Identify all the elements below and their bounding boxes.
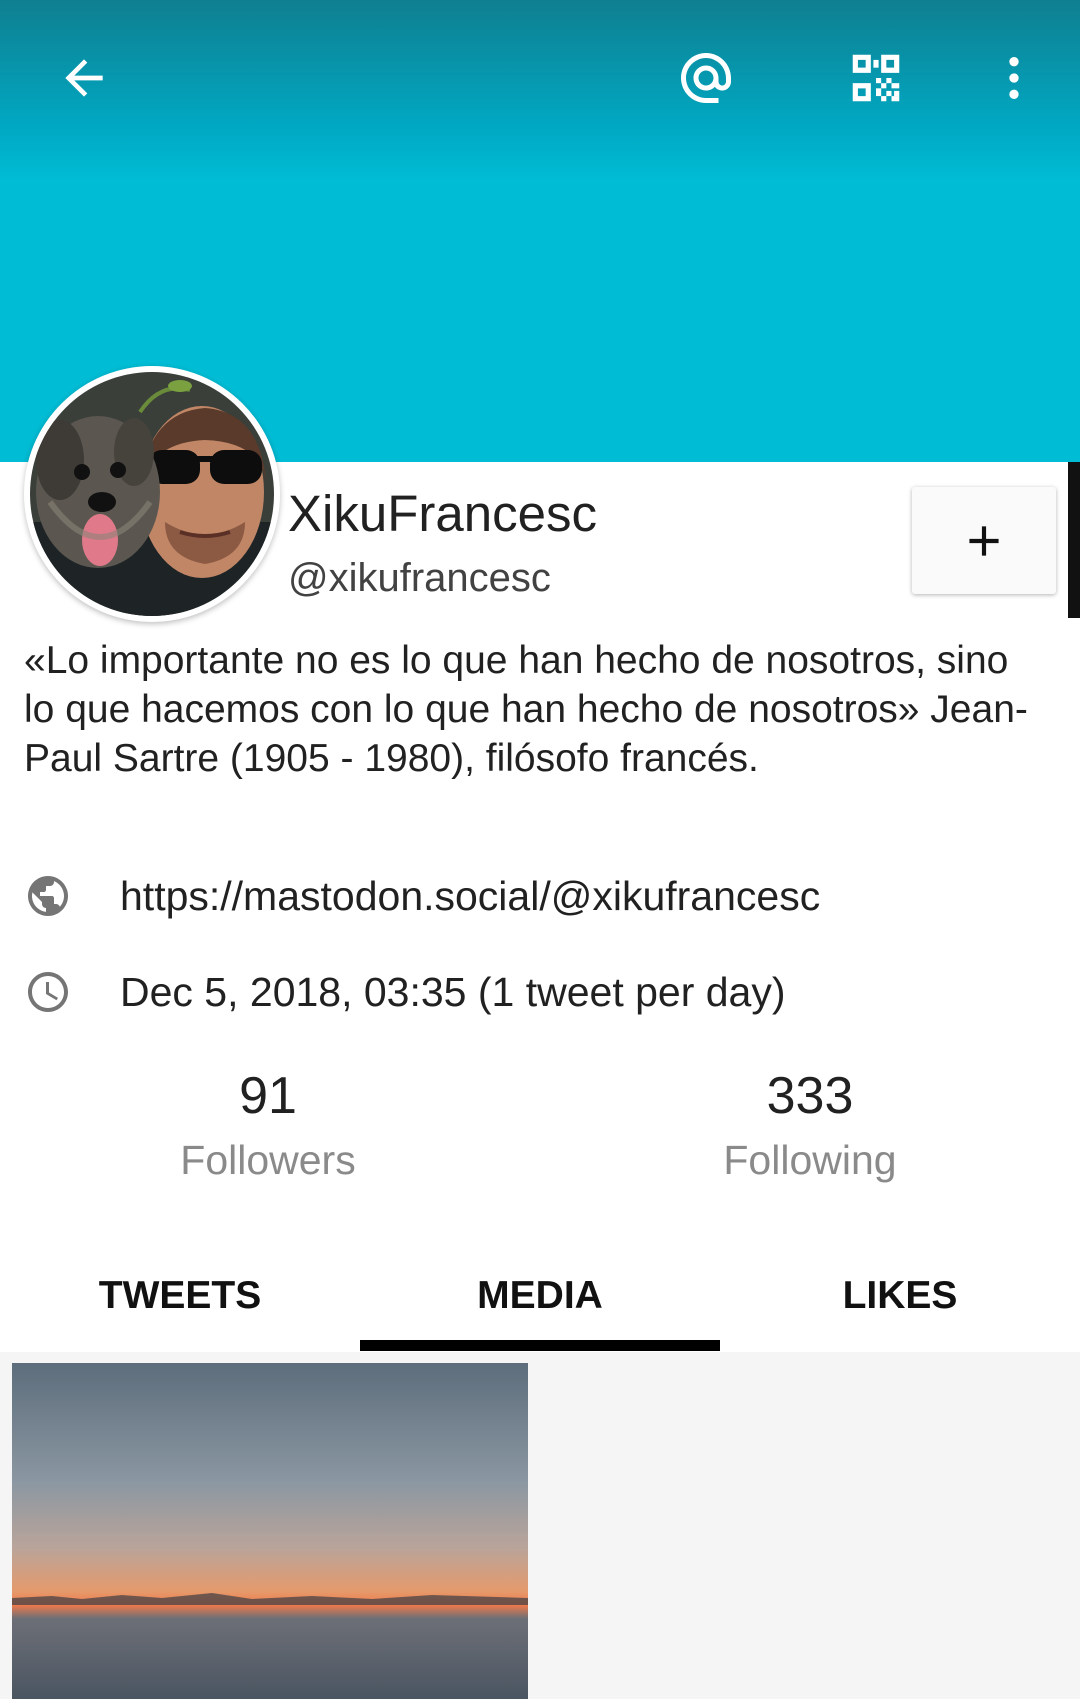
plus-icon (969, 525, 999, 556)
account-handle: @xikufrancesc (288, 556, 551, 600)
at-sign-icon (681, 53, 731, 103)
following-stat[interactable]: 333 Following (660, 1066, 960, 1190)
display-name: XikuFrancesc (288, 485, 597, 542)
following-count: 333 (766, 1067, 854, 1125)
avatar[interactable] (24, 366, 280, 622)
profile-tabs: TWEETS MEDIA LIKES (0, 1240, 1080, 1352)
mention-button[interactable] (666, 38, 746, 118)
arrow-left-icon (65, 59, 103, 97)
top-app-bar (0, 0, 1080, 160)
avatar-photo (30, 372, 274, 616)
followers-stat[interactable]: 91 Followers (118, 1066, 418, 1190)
following-label: Following (723, 1137, 897, 1183)
qr-code-button[interactable] (836, 38, 916, 118)
more-options-button[interactable] (974, 38, 1054, 118)
tab-selected-indicator (360, 1340, 720, 1351)
clock-icon (28, 972, 68, 1012)
profile-link-row[interactable]: https://mastodon.social/@xikufrancesc (24, 869, 820, 923)
scroll-edge-indicator (1068, 462, 1080, 618)
profile-url[interactable]: https://mastodon.social/@xikufrancesc (120, 873, 820, 920)
tab-tweets[interactable]: TWEETS (0, 1240, 360, 1352)
qr-code-icon (852, 54, 900, 102)
followers-count: 91 (239, 1067, 297, 1125)
globe-icon (28, 876, 68, 916)
joined-date: Dec 5, 2018, 03:35 (1 tweet per day) (120, 968, 786, 1015)
more-vertical-icon (1009, 57, 1019, 99)
followers-label: Followers (180, 1137, 356, 1183)
joined-row: Dec 5, 2018, 03:35 (1 tweet per day) (24, 965, 786, 1019)
media-thumbnail[interactable] (12, 1363, 528, 1699)
tab-likes[interactable]: LIKES (720, 1240, 1080, 1352)
tab-media[interactable]: MEDIA (360, 1240, 720, 1352)
follow-button[interactable] (912, 487, 1056, 594)
back-button[interactable] (44, 38, 124, 118)
profile-bio: «Lo importante no es lo que han hecho de… (24, 639, 1028, 780)
